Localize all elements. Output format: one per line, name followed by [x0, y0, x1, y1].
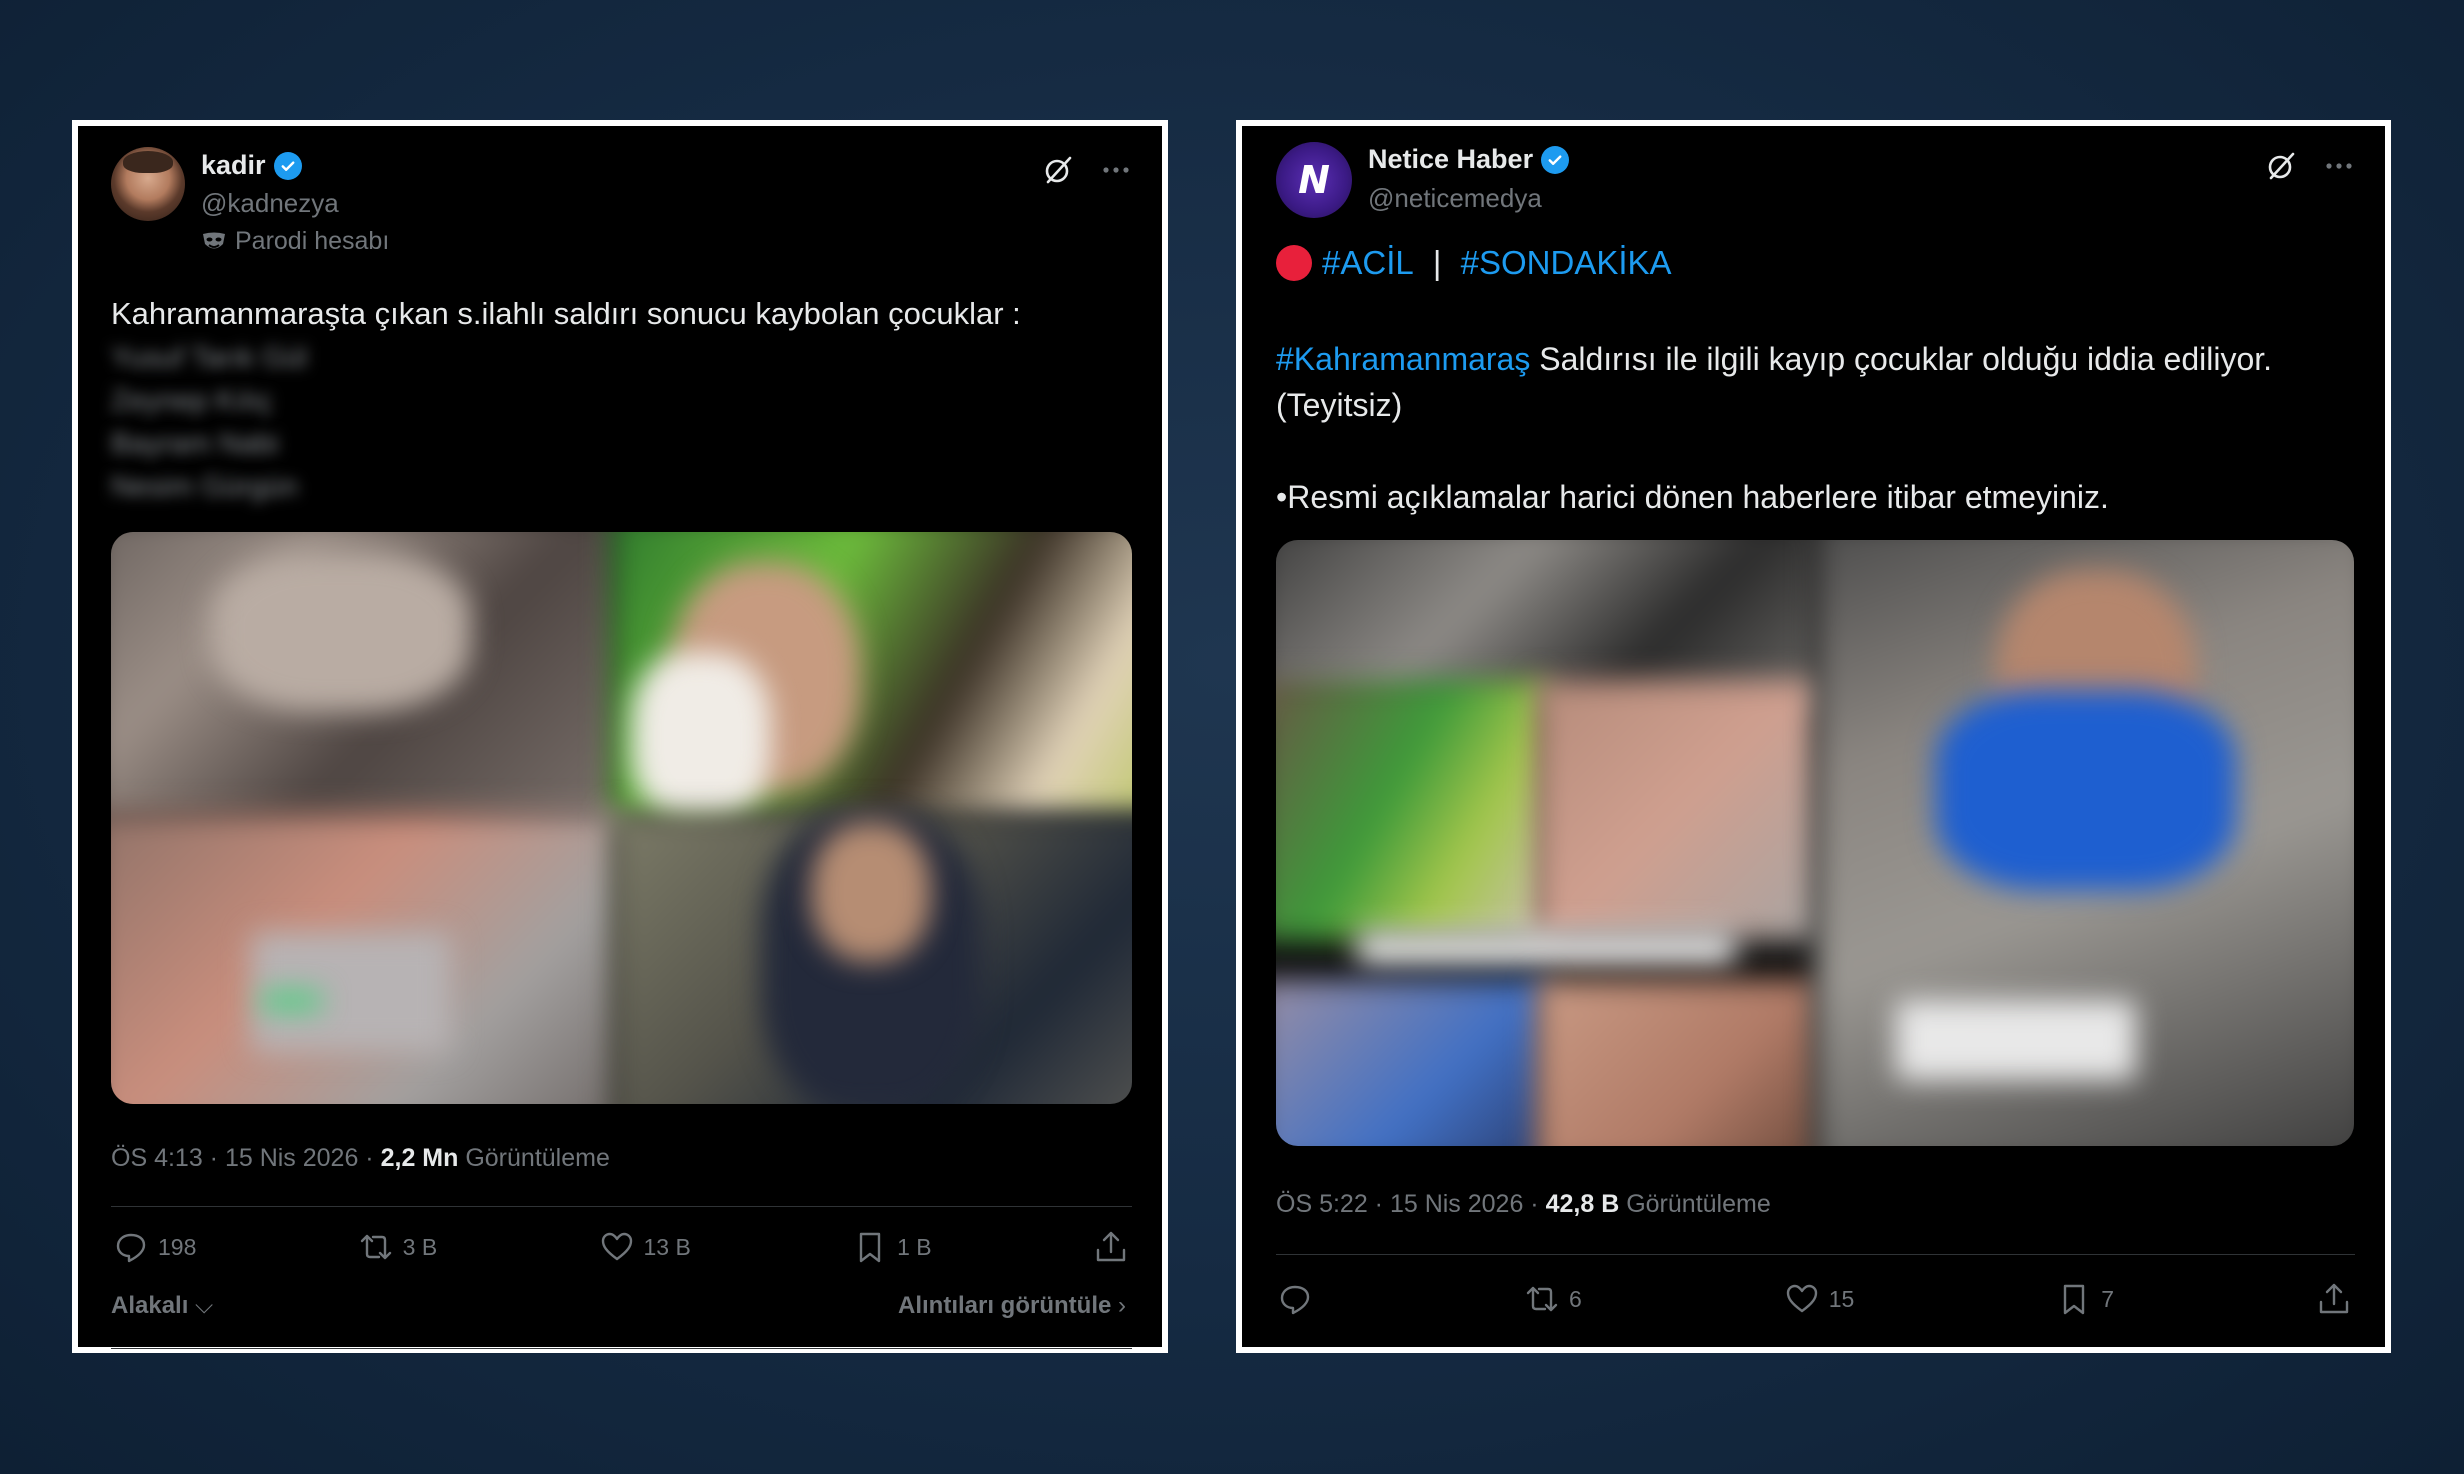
divider: [111, 1348, 1132, 1349]
repost-icon: [1526, 1286, 1558, 1312]
repost-icon: [360, 1234, 391, 1260]
author-handle[interactable]: @kadnezya: [201, 188, 339, 219]
tweet-actions: 198 3 B 13 B 1 B: [114, 1230, 1128, 1264]
view-quotes-label: Alıntıları görüntüle: [898, 1292, 1112, 1319]
more-options-icon[interactable]: [1100, 154, 1132, 186]
reply-count: 198: [158, 1233, 197, 1260]
redacted-name: Bayram Nabi: [111, 428, 279, 460]
bookmark-icon: [2064, 1284, 2085, 1315]
view-count: 2,2 Mn: [380, 1144, 459, 1172]
tweet-meta: ÖS 4:13 · 15 Nis 2026 · 2,2 Mn Görüntüle…: [111, 1144, 610, 1173]
relevant-sort-label: Alakalı: [111, 1292, 189, 1319]
reply-button[interactable]: 198: [114, 1230, 196, 1264]
author-name-text[interactable]: Netice Haber: [1368, 144, 1533, 175]
tweet-text-disclaimer: •Resmi açıklamalar harici dönen haberler…: [1276, 479, 2109, 515]
verified-badge-icon: [273, 151, 302, 180]
repost-count: 6: [1568, 1285, 1582, 1312]
bookmark-count: 1 B: [897, 1233, 932, 1260]
tweet-card-kadir: kadir @kadnezya Parodi hesabı Kahramanma…: [72, 120, 1168, 1353]
view-count: 42,8 B: [1545, 1190, 1620, 1218]
parody-mask-icon: [203, 232, 225, 248]
share-button[interactable]: [1094, 1230, 1128, 1264]
bookmark-icon: [859, 1232, 881, 1263]
reply-icon: [116, 1233, 146, 1263]
redacted-name: Zeynep Kılıç: [111, 385, 273, 417]
author-name[interactable]: Netice Haber: [1368, 144, 1570, 175]
divider: [1276, 1254, 2355, 1255]
heart-icon: [1786, 1284, 1817, 1313]
red-circle-icon: [1276, 245, 1312, 281]
redacted-name: Nesim Gürgün: [111, 471, 298, 503]
divider: [111, 1206, 1132, 1207]
bookmark-button[interactable]: 7: [2057, 1282, 2114, 1316]
tweet-footer: Alakalı ⌵ Alıntıları görüntüle ›: [111, 1292, 1126, 1320]
grok-icon[interactable]: [1042, 154, 1074, 186]
more-options-icon[interactable]: [2323, 150, 2355, 182]
like-count: 15: [1828, 1285, 1855, 1312]
view-quotes-link[interactable]: Alıntıları görüntüle ›: [898, 1292, 1126, 1320]
avatar[interactable]: N: [1276, 142, 1352, 218]
tweet-text: Kahramanmaraşta çıkan s.ilahlı saldırı s…: [111, 296, 1021, 331]
chevron-down-icon: ⌵: [188, 1292, 214, 1319]
netice-logo-icon: N: [1298, 158, 1330, 202]
tweet-top-icons: [2265, 150, 2355, 182]
verified-badge-icon: [1541, 145, 1570, 174]
hashtag-line: #ACİL | #SONDAKİKA: [1276, 244, 1672, 282]
hashtag-sondakika[interactable]: #SONDAKİKA: [1461, 244, 1672, 282]
share-button[interactable]: [2317, 1282, 2351, 1316]
hashtag-kahramanmaras[interactable]: #Kahramanmaraş: [1276, 341, 1530, 377]
tweet-timestamp[interactable]: ÖS 5:22 · 15 Nis 2026 ·: [1276, 1190, 1546, 1218]
grok-icon[interactable]: [2265, 150, 2297, 182]
repost-button[interactable]: 6: [1525, 1282, 1582, 1316]
repost-count: 3 B: [402, 1233, 438, 1260]
tweet-text: #Kahramanmaraş Saldırısı ile ilgili kayı…: [1276, 336, 2346, 428]
reply-button[interactable]: [1278, 1282, 1322, 1316]
tweet-card-netice-haber: N Netice Haber @neticemedya #ACİL | #SON…: [1236, 120, 2391, 1353]
chevron-right-icon: ›: [1111, 1292, 1126, 1319]
repost-button[interactable]: 3 B: [359, 1230, 438, 1264]
author-name[interactable]: kadir: [201, 150, 302, 181]
tweet-media-blurred[interactable]: [111, 532, 1132, 1104]
tweet-meta: ÖS 5:22 · 15 Nis 2026 · 42,8 B Görüntüle…: [1276, 1190, 1771, 1219]
author-name-text[interactable]: kadir: [201, 150, 266, 181]
share-icon: [2319, 1283, 2349, 1314]
hashtag-acil[interactable]: #ACİL: [1322, 244, 1414, 282]
author-handle[interactable]: @neticemedya: [1368, 183, 1542, 214]
tweet-media-blurred[interactable]: [1276, 540, 2354, 1146]
redacted-name: Yusuf Tarık Gül: [111, 342, 308, 374]
bookmark-button[interactable]: 1 B: [853, 1230, 932, 1264]
parody-label: Parodi hesabı: [201, 227, 389, 256]
relevant-sort-dropdown[interactable]: Alakalı ⌵: [111, 1292, 213, 1320]
hashtag-separator: |: [1423, 244, 1451, 281]
parody-label-text: Parodi hesabı: [235, 227, 390, 255]
bookmark-count: 7: [2101, 1285, 2115, 1312]
like-count: 13 B: [643, 1233, 691, 1260]
reply-icon: [1280, 1285, 1310, 1315]
heart-icon: [601, 1232, 632, 1261]
tweet-actions: 6 15 7: [1278, 1282, 2351, 1316]
tweet-top-icons: [1042, 154, 1132, 186]
like-button[interactable]: 13 B: [600, 1230, 691, 1264]
view-count-label: Görüntüleme: [458, 1144, 610, 1172]
avatar[interactable]: [111, 147, 185, 221]
like-button[interactable]: 15: [1785, 1282, 1855, 1316]
view-count-label: Görüntüleme: [1619, 1190, 1771, 1218]
tweet-timestamp[interactable]: ÖS 4:13 · 15 Nis 2026 ·: [111, 1144, 381, 1172]
share-icon: [1096, 1231, 1126, 1262]
